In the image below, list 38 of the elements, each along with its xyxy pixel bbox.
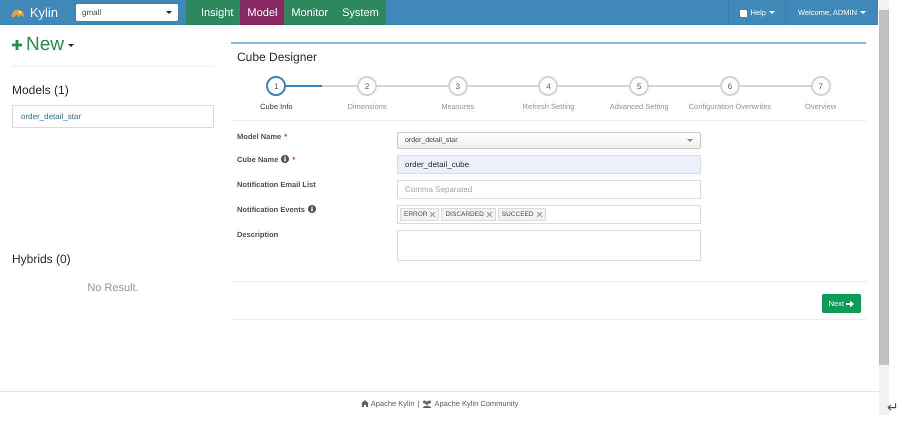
plus-icon	[12, 38, 22, 52]
step-circle[interactable]: 5	[629, 76, 650, 96]
step-circle[interactable]: 2	[357, 76, 378, 96]
models-heading: Models (1)	[12, 83, 70, 97]
new-button[interactable]: New	[12, 34, 74, 56]
caret-icon	[768, 11, 775, 14]
step-circle[interactable]: 3	[448, 76, 468, 96]
caret-icon	[166, 11, 172, 14]
brand-link[interactable]: Kylin	[0, 0, 68, 25]
users-icon	[422, 400, 432, 408]
remove-icon	[486, 212, 492, 217]
nav-tab[interactable]: Model	[240, 0, 284, 25]
remove-icon	[430, 212, 436, 217]
scrollbar[interactable]	[879, 0, 889, 415]
arrow-right-icon	[846, 300, 854, 308]
caret-icon	[860, 11, 866, 14]
project-select[interactable]: gmall	[76, 4, 178, 21]
step-circle[interactable]: 1	[266, 76, 286, 96]
input-field[interactable]: order_detail_cube	[397, 155, 701, 174]
nav-tab[interactable]: Insight	[194, 0, 240, 25]
remove-icon	[536, 212, 542, 217]
model-item[interactable]: order_detail_star	[12, 105, 214, 128]
step-circle[interactable]: 6	[720, 76, 740, 96]
nav-tab[interactable]: System	[335, 0, 386, 25]
caret-icon	[68, 44, 74, 46]
home-icon	[360, 400, 369, 407]
nav-tab[interactable]: Monitor	[284, 0, 336, 25]
panel-title: Cube Designer	[236, 49, 318, 66]
caret-icon	[687, 139, 693, 142]
step-circle[interactable]: 4	[538, 76, 558, 96]
hybrids-heading: Hybrids (0)	[12, 252, 72, 266]
empty-message: No Result.	[86, 282, 140, 294]
input-field[interactable]: Comma Separated	[397, 180, 701, 199]
info-icon	[308, 205, 316, 213]
step-circle[interactable]: 7	[810, 76, 831, 96]
return-mark: ↵	[887, 399, 899, 415]
info-icon	[281, 155, 290, 163]
description-field[interactable]	[397, 230, 701, 261]
